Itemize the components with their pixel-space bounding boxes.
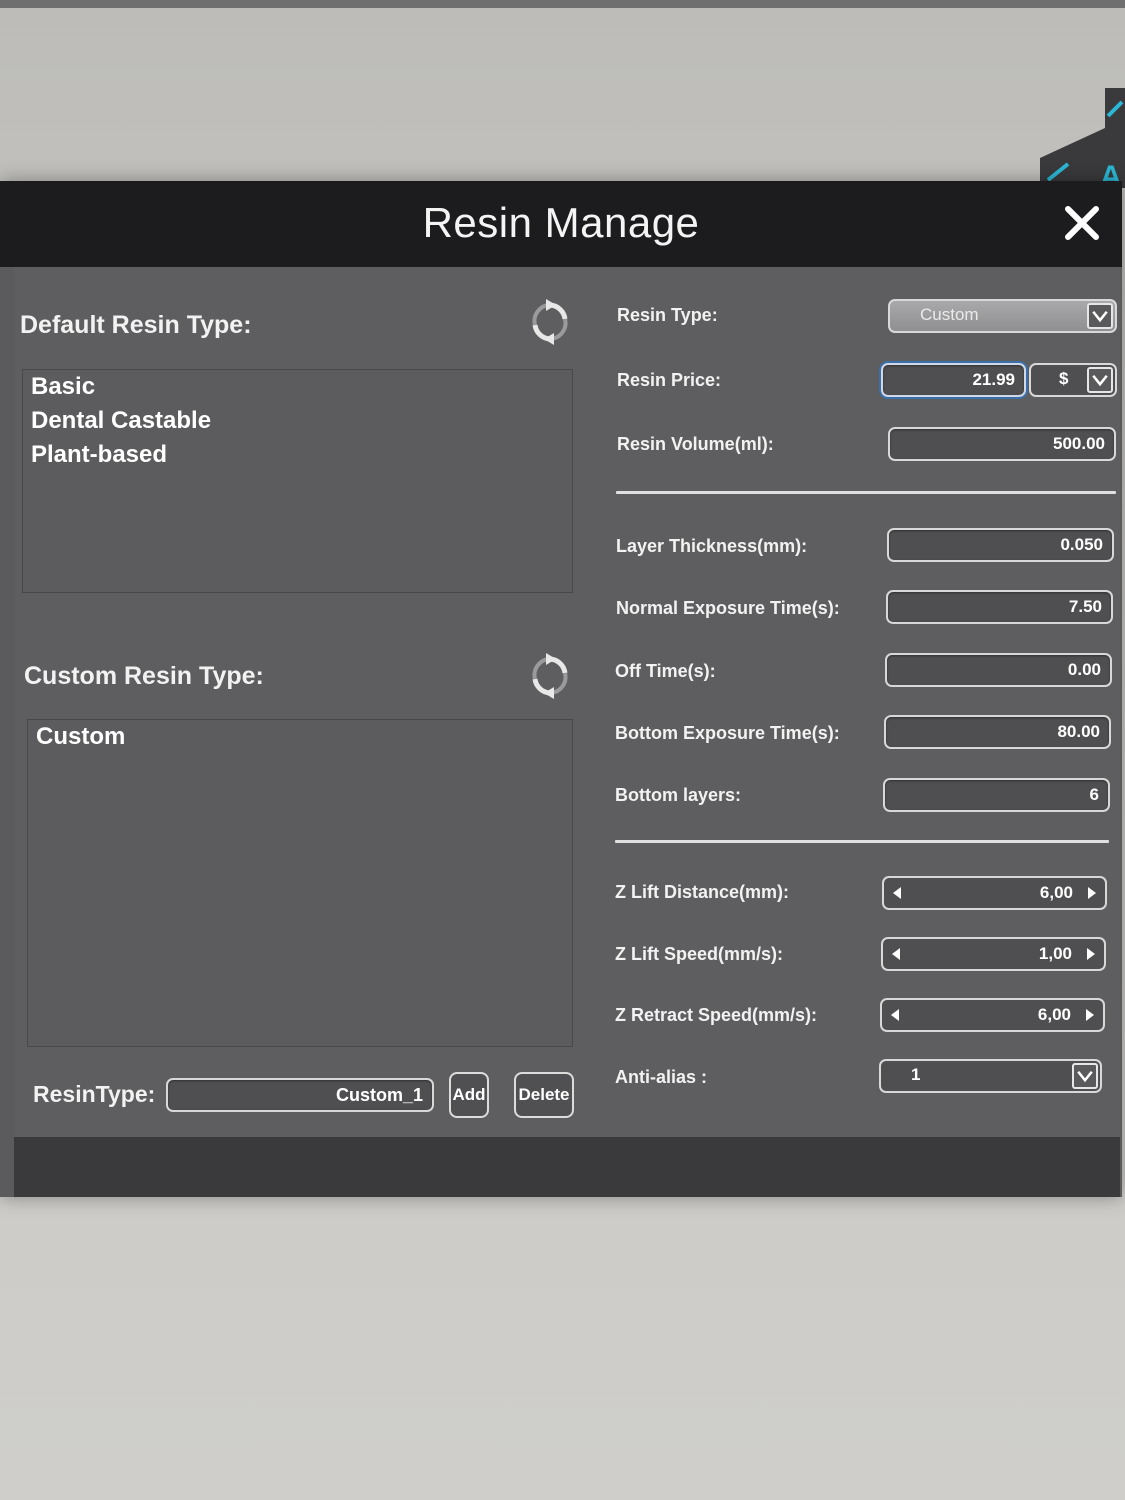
z-lift-speed-value: 1,00 — [1038, 944, 1072, 963]
decrement-arrow-icon[interactable] — [890, 886, 904, 900]
bottom-exposure-label: Bottom Exposure Time(s): — [615, 723, 840, 743]
anti-alias-select[interactable]: 1 — [879, 1059, 1102, 1093]
anti-alias-value: 1 — [911, 1065, 921, 1084]
resin-price-input[interactable]: 21.99 — [881, 363, 1026, 397]
z-retract-speed-stepper[interactable]: 6,00 — [880, 998, 1105, 1032]
close-icon[interactable] — [1062, 203, 1102, 243]
section-divider-1 — [616, 491, 1116, 494]
resin-type-label: Resin Type: — [617, 305, 718, 325]
bottom-layers-input[interactable]: 6 — [883, 778, 1110, 812]
increment-arrow-icon[interactable] — [1085, 886, 1099, 900]
dialog-titlebar: Resin Manage — [0, 181, 1122, 267]
z-retract-speed-value: 6,00 — [1037, 1005, 1071, 1024]
resin-volume-input[interactable]: 500.00 — [888, 427, 1116, 461]
increment-arrow-icon[interactable] — [1083, 1008, 1097, 1022]
resin-manage-dialog: Resin Manage Default Resin Type: Basic D… — [0, 181, 1122, 1197]
normal-exposure-input[interactable]: 7.50 — [886, 590, 1113, 624]
section-divider-2 — [615, 840, 1109, 843]
z-lift-speed-stepper[interactable]: 1,00 — [881, 937, 1106, 971]
custom-resin-type-label: Custom Resin Type: — [24, 662, 264, 690]
currency-select[interactable]: $ — [1029, 363, 1117, 397]
resin-type-value: Custom — [920, 305, 979, 324]
decrement-arrow-icon[interactable] — [888, 1008, 902, 1022]
resintype-input[interactable]: Custom_1 — [166, 1078, 434, 1112]
off-time-label: Off Time(s): — [615, 661, 716, 681]
background-strip — [0, 0, 1125, 8]
normal-exposure-label: Normal Exposure Time(s): — [616, 598, 840, 618]
add-button[interactable]: Add — [449, 1072, 489, 1118]
z-lift-speed-label: Z Lift Speed(mm/s): — [615, 944, 784, 964]
chevron-down-icon[interactable] — [1087, 367, 1113, 393]
bottom-exposure-input[interactable]: 80.00 — [884, 715, 1111, 749]
refresh-default-icon[interactable] — [530, 299, 570, 345]
z-lift-distance-stepper[interactable]: 6,00 — [882, 876, 1107, 910]
resin-type-select[interactable]: Custom — [888, 299, 1117, 333]
default-resin-list[interactable]: Basic Dental Castable Plant-based — [22, 369, 573, 593]
layer-thickness-input[interactable]: 0.050 — [887, 528, 1114, 562]
bottom-layers-label: Bottom layers: — [615, 785, 742, 805]
list-item-basic[interactable]: Basic — [23, 370, 572, 404]
background-app-corner-icon: A — [1040, 88, 1125, 188]
dialog-footer — [14, 1137, 1120, 1197]
resin-price-label: Resin Price: — [617, 370, 722, 390]
anti-alias-label: Anti-alias : — [615, 1067, 708, 1087]
layer-thickness-label: Layer Thickness(mm): — [616, 536, 808, 556]
resintype-label: ResinType: — [33, 1081, 156, 1107]
list-item-dental-castable[interactable]: Dental Castable — [23, 404, 572, 438]
custom-resin-list[interactable]: Custom — [27, 719, 573, 1047]
list-item-plant-based[interactable]: Plant-based — [23, 438, 572, 472]
default-resin-type-label: Default Resin Type: — [20, 311, 252, 339]
chevron-down-icon[interactable] — [1087, 303, 1113, 329]
z-lift-distance-label: Z Lift Distance(mm): — [615, 882, 790, 902]
list-item-custom[interactable]: Custom — [28, 720, 572, 754]
resin-volume-label: Resin Volume(ml): — [617, 434, 774, 454]
refresh-custom-icon[interactable] — [530, 653, 570, 699]
currency-value: $ — [1059, 369, 1069, 388]
increment-arrow-icon[interactable] — [1084, 947, 1098, 961]
decrement-arrow-icon[interactable] — [889, 947, 903, 961]
dialog-title: Resin Manage — [422, 199, 700, 246]
off-time-input[interactable]: 0.00 — [885, 653, 1112, 687]
z-retract-speed-label: Z Retract Speed(mm/s): — [615, 1005, 818, 1025]
z-lift-distance-value: 6,00 — [1039, 883, 1073, 902]
delete-button[interactable]: Delete — [514, 1072, 574, 1118]
chevron-down-icon[interactable] — [1072, 1063, 1098, 1089]
